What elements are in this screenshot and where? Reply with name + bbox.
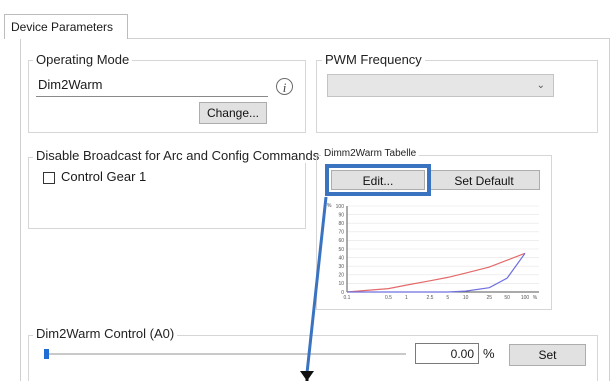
pwm-frequency-select[interactable]: ⌄ (327, 74, 554, 97)
chart-x-tick-label: 5 (446, 295, 449, 301)
edit-button-highlight (325, 164, 431, 196)
chart-x-tick-label: 2.5 (426, 295, 433, 301)
chart-series-line-2 (347, 252, 526, 293)
chart-xticks: 0.1 0.5 1 2.5 5 10 25 50 100% (344, 295, 538, 301)
chart-series-line-1 (346, 252, 526, 293)
dim2warm-chart: 1009080706050403020100 0.1 0.5 1 2.5 5 10 25 50… (327, 203, 539, 301)
percent-unit-label: % (483, 346, 495, 361)
control-gear-1-label: Control Gear 1 (61, 169, 147, 184)
disable-broadcast-group (28, 157, 306, 229)
dim2warm-slider-track[interactable] (44, 353, 406, 355)
chart-series (346, 252, 526, 293)
callout-arrow (300, 196, 328, 381)
operating-mode-legend: Operating Mode (33, 52, 133, 67)
pwm-frequency-legend: PWM Frequency (322, 52, 425, 67)
chart-x-tick-label: 1 (405, 295, 408, 301)
chart-x-tick-label: 100 (521, 295, 530, 301)
operating-mode-field: Dim2Warm (36, 75, 268, 97)
chart-x-tick-label: % (533, 295, 538, 301)
info-icon[interactable]: i (276, 78, 293, 95)
chart-x-tick-label: 10 (463, 295, 469, 301)
set-button[interactable]: Set (509, 344, 586, 366)
dim2warm-value-input[interactable]: 0.00 (415, 343, 479, 364)
tab-device-parameters[interactable]: Device Parameters (4, 14, 128, 39)
dim2warm-slider-thumb[interactable] (44, 349, 49, 359)
chart-x-tick-label: 50 (504, 295, 510, 301)
chart-x-tick-label: 25 (486, 295, 492, 301)
disable-broadcast-legend: Disable Broadcast for Arc and Config Com… (33, 148, 323, 163)
set-default-button[interactable]: Set Default (428, 170, 540, 190)
control-gear-1-checkbox[interactable] (43, 172, 55, 184)
change-button[interactable]: Change... (199, 102, 267, 124)
chart-x-tick-label: 0.5 (385, 295, 392, 301)
dim2warm-table-legend: Dimm2Warm Tabelle (321, 148, 420, 159)
chart-grid (347, 205, 539, 284)
dim2warm-control-legend: Dim2Warm Control (A0) (33, 326, 178, 341)
chevron-down-icon: ⌄ (536, 80, 545, 91)
